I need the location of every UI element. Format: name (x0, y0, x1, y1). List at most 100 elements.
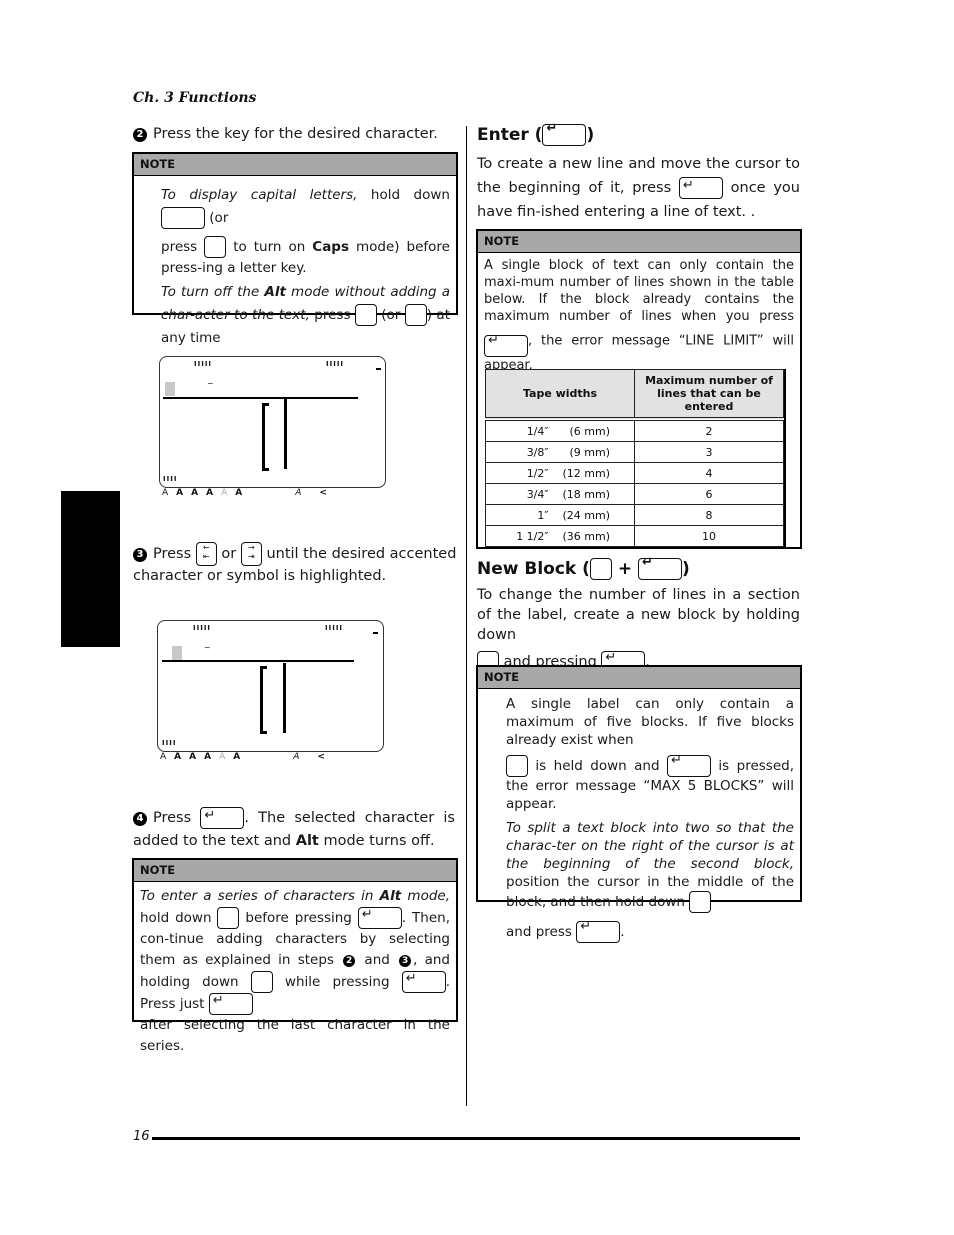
lcd-bar (284, 399, 287, 469)
new-block-description: To change the number of lines in a secti… (477, 585, 800, 673)
max-lines-cell: 6 (634, 483, 784, 505)
title-text: Enter ( (477, 125, 543, 145)
alt-key-icon (354, 304, 377, 326)
font-icon: A (162, 488, 169, 498)
step-2: 2 Press the key for the desired character… (133, 124, 458, 145)
note-title: NOTE (478, 667, 800, 689)
enter-key-icon (401, 968, 446, 993)
note-text: , the error message “LINE LIMIT” will ap… (484, 333, 794, 374)
footer-rule (152, 1137, 800, 1140)
note-text: is held down and (528, 758, 667, 774)
step-text-bold: Alt (295, 833, 319, 849)
step-text: Press (153, 546, 196, 562)
bold-icon: A (174, 752, 182, 762)
column-header: Maximum number of lines that can be ente… (634, 369, 784, 421)
cursor-left-key-icon: ← ⇤ (195, 542, 217, 566)
enter-key-icon (208, 990, 253, 1015)
table-row: 3/4″ (18 mm) 6 (485, 483, 784, 505)
note-text: A single block of text can only contain … (484, 258, 794, 324)
enter-key-icon (666, 752, 711, 777)
note-text: hold down (140, 910, 218, 926)
lcd-cursor (165, 382, 175, 396)
chapter-heading: Ch. 3 Functions (133, 90, 257, 106)
italic-icon: A (295, 488, 302, 498)
note-text: To split a text block into two so that t… (506, 820, 794, 872)
tape-width-table: Tape widths Maximum number of lines that… (485, 369, 786, 549)
step-text: mode turns off. (318, 833, 435, 849)
note-text: and (357, 952, 398, 968)
title-text: ) (682, 559, 690, 579)
alt-key-icon (250, 971, 273, 993)
outline-icon: A (189, 752, 197, 762)
table-row: 1″ (24 mm) 8 (485, 504, 784, 526)
lcd-status-icons: A A A A A A A < (162, 488, 335, 498)
lcd-ticks: IIIII (325, 624, 344, 632)
table-row: 1 1/2″ (36 mm) 10 (485, 525, 784, 547)
tape-width-cell: 1/2″ (12 mm) (485, 462, 635, 484)
step-ref: 2 (343, 955, 356, 967)
note-title: NOTE (478, 231, 800, 253)
note-text-bold: Caps (312, 239, 349, 255)
column-header: Tape widths (485, 369, 635, 421)
align-icon: < (319, 488, 327, 498)
note-text: and press (506, 924, 577, 940)
step-text: Press (153, 810, 201, 826)
note-box-capitals: NOTE To display capital letters, hold do… (132, 152, 458, 346)
enter-key-icon (484, 332, 528, 357)
note-box-series: NOTE To enter a series of characters in … (132, 858, 458, 1054)
note-box-max-blocks: NOTE A single label can only contain a m… (476, 665, 802, 943)
note-text: (or (205, 210, 229, 226)
tape-width-cell: 3/8″ (9 mm) (485, 441, 635, 463)
step-text: or (216, 546, 241, 562)
lcd-line (163, 397, 358, 399)
lcd-cursor (172, 646, 182, 660)
note-text: after selecting the last character in th… (140, 1017, 450, 1054)
style-icon: A (235, 488, 243, 498)
title-text: + (617, 559, 633, 579)
step-number: 4 (133, 812, 147, 826)
lcd-indicator (376, 368, 381, 370)
enter-key-icon (678, 174, 723, 199)
note-text-bold: Alt (379, 888, 402, 904)
note-text: To enter a series of characters in (140, 888, 380, 904)
step-ref: 3 (399, 955, 412, 967)
shift-key-icon (161, 207, 205, 229)
step-number: 2 (133, 128, 147, 142)
font-icon: A (160, 752, 167, 762)
note-text: hold down (357, 187, 450, 203)
align-icon: < (317, 752, 325, 762)
italic-icon: A (293, 752, 300, 762)
table-row: 3/8″ (9 mm) 3 (485, 441, 784, 463)
lcd-ticks: IIII (163, 475, 178, 483)
bold-icon: A (176, 488, 184, 498)
title-text: New Block ( (477, 559, 590, 579)
step-3: 3 Press ← ⇤ or → ⇥ until the desired accent… (133, 542, 458, 587)
table-row: 1/4″ (6 mm) 2 (485, 418, 784, 442)
step-text: Press the key for the desired character. (153, 126, 438, 142)
alt-key-icon (506, 755, 528, 777)
max-lines-cell: 8 (634, 504, 784, 526)
section-title-new-block: New Block ( + ) (477, 555, 690, 580)
enter-key-icon (542, 121, 587, 146)
lcd-char: ~ (204, 643, 211, 652)
title-text: ) (586, 125, 595, 145)
note-text: while pressing (272, 974, 402, 990)
column-divider (466, 126, 467, 1106)
lcd-display-2: IIIII IIIII ~ IIII (157, 620, 384, 752)
lcd-ticks: IIII (162, 739, 177, 747)
enter-description: To create a new line and move the cursor… (477, 152, 800, 224)
shadow-icon: A (204, 752, 212, 762)
lcd-bracket (262, 403, 269, 471)
note-text: position the cursor in the middle of the… (506, 874, 794, 910)
note-text: before pressing (239, 910, 358, 926)
tape-width-cell: 1/4″ (6 mm) (485, 418, 635, 442)
style-icon: A (233, 752, 241, 762)
tape-width-cell: 1″ (24 mm) (485, 504, 635, 526)
lcd-char: ~ (207, 379, 214, 388)
note-box-line-limit: NOTE A single block of text can only con… (476, 229, 802, 549)
shadow-icon: A (206, 488, 214, 498)
step-number: 3 (133, 548, 147, 562)
lcd-line (162, 660, 354, 662)
note-title: NOTE (134, 860, 456, 882)
alt-key-icon (404, 304, 427, 326)
